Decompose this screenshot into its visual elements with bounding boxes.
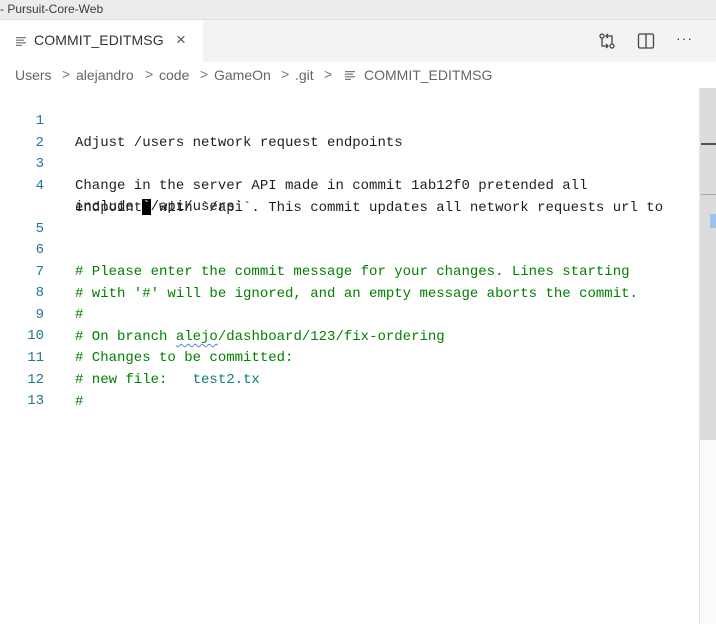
comment-text: # bbox=[75, 394, 84, 410]
close-icon[interactable]: × bbox=[176, 30, 186, 50]
code-line: 11 # new file: test2.tx bbox=[0, 325, 700, 388]
code-line: 6 # Please enter the commit message for … bbox=[0, 217, 700, 280]
code-line: 13 bbox=[0, 368, 700, 409]
tab-label: COMMIT_EDITMSG bbox=[34, 32, 164, 48]
chevron-right-icon: > bbox=[281, 66, 290, 82]
editor-tab-bar: COMMIT_EDITMSG × ··· bbox=[0, 20, 716, 62]
code-line: 8 # bbox=[0, 260, 700, 323]
breadcrumb: Users > alejandro > code > GameOn > .git… bbox=[0, 62, 716, 88]
breadcrumb-item-gameon[interactable]: GameOn bbox=[214, 67, 271, 83]
code-line: 12 # bbox=[0, 347, 700, 410]
code-line: 10 # Changes to be committed: bbox=[0, 303, 700, 366]
breadcrumb-item-code[interactable]: code bbox=[159, 67, 189, 83]
code-line: 4 endpoints with `/api`. This commit upd… bbox=[0, 153, 700, 216]
file-lines-icon bbox=[345, 71, 355, 80]
breadcrumb-item-users[interactable]: Users bbox=[15, 67, 52, 83]
code-line-wrapped: include `/api/users` bbox=[0, 174, 700, 215]
more-actions-icon[interactable]: ··· bbox=[676, 30, 694, 48]
chevron-right-icon: > bbox=[324, 66, 333, 82]
git-compare-icon[interactable] bbox=[598, 32, 616, 50]
file-lines-icon bbox=[16, 37, 26, 46]
code-line: 9 # On branch alejo/dashboard/123/fix-or… bbox=[0, 282, 700, 345]
overview-ruler-line bbox=[701, 194, 716, 195]
window-titlebar: - Pursuit-Core-Web bbox=[0, 0, 716, 20]
window-title: - Pursuit-Core-Web bbox=[0, 2, 104, 16]
code-line: 3 Change in the server API made in commi… bbox=[0, 131, 700, 194]
overview-ruler-cursor-mark bbox=[701, 143, 716, 145]
line-number: 13 bbox=[27, 393, 44, 409]
breadcrumb-item-git[interactable]: .git bbox=[295, 67, 314, 83]
breadcrumb-item-file[interactable]: COMMIT_EDITMSG bbox=[364, 67, 492, 83]
code-line: 2 bbox=[0, 110, 700, 151]
chevron-right-icon: > bbox=[200, 66, 209, 82]
code-line: 5 bbox=[0, 196, 700, 237]
tab-commit-editmsg[interactable]: COMMIT_EDITMSG × bbox=[0, 20, 203, 62]
breadcrumb-item-alejandro[interactable]: alejandro bbox=[76, 67, 134, 83]
overview-ruler-highlight bbox=[710, 214, 716, 228]
code-line: 7 # with '#' will be ignored, and an emp… bbox=[0, 239, 700, 302]
chevron-right-icon: > bbox=[145, 66, 154, 82]
editor-area[interactable]: 1 Adjust /users network request endpoint… bbox=[0, 88, 716, 624]
chevron-right-icon: > bbox=[62, 66, 71, 82]
code-line: 1 Adjust /users network request endpoint… bbox=[0, 88, 700, 151]
split-editor-icon[interactable] bbox=[637, 32, 655, 50]
scrollbar-thumb[interactable] bbox=[700, 88, 716, 440]
